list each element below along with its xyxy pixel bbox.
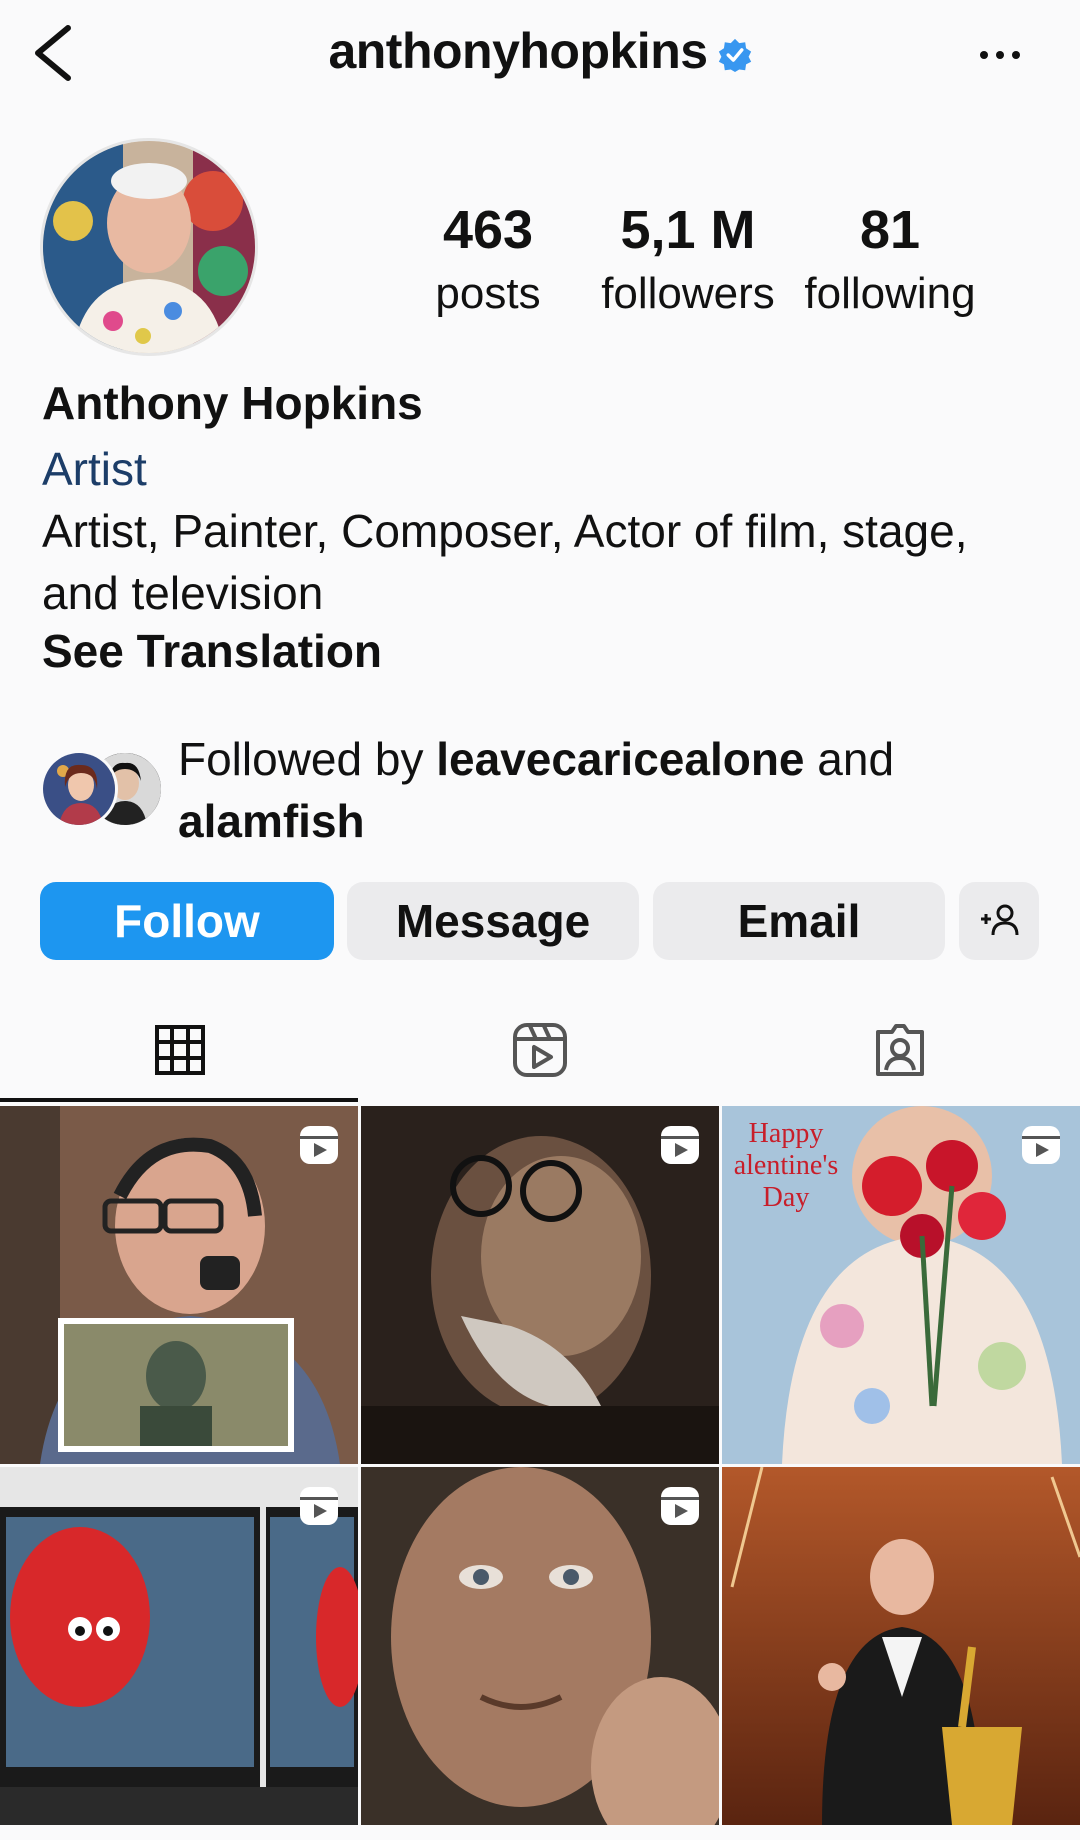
bio-text: Artist, Painter, Composer, Actor of film… [42,505,968,619]
posts-stat[interactable]: 463 posts [388,200,588,324]
followed-by-conjunction: and [804,733,895,785]
overlay-line: Day [762,1182,810,1213]
followers-stat[interactable]: 5,1 M followers [588,200,788,324]
add-person-icon [981,904,1019,936]
see-translation-link[interactable]: See Translation [42,624,382,678]
active-tab-indicator [0,1098,358,1102]
display-name: Anthony Hopkins [42,377,423,429]
tab-tagged[interactable] [720,1000,1080,1100]
followed-by-text[interactable]: Followed by leavecaricealone and alamfish [178,728,1038,852]
followers-count: 5,1 M [620,200,756,260]
email-button[interactable]: Email [653,882,945,960]
tab-posts-grid[interactable] [0,1000,360,1100]
tagged-icon [876,1024,924,1076]
posts-count: 463 [442,200,534,260]
reels-icon [513,1023,567,1077]
verified-badge-icon [718,38,751,72]
post-thumbnail[interactable] [361,1467,719,1825]
followers-label: followers [601,269,775,318]
username-text: anthonyhopkins [328,23,708,79]
reel-icon [661,1487,699,1525]
post-overlay-text: Happy alentine's Day [726,1118,846,1214]
followed-by-prefix: Followed by [178,733,437,785]
message-button[interactable]: Message [347,882,639,960]
reel-icon [661,1126,699,1164]
post-thumbnail[interactable] [0,1467,358,1825]
post-image [722,1467,1080,1825]
overlay-line: alentine's [733,1150,839,1181]
overlay-line: Happy [748,1118,824,1149]
tab-reels[interactable] [360,1000,720,1100]
reel-icon [1022,1126,1060,1164]
post-thumbnail[interactable]: Happy alentine's Day [722,1106,1080,1464]
mutual-followers-avatars[interactable] [40,750,164,828]
following-stat[interactable]: 81 following [790,200,990,324]
follow-button[interactable]: Follow [40,882,334,960]
post-thumbnail[interactable] [361,1106,719,1464]
reel-icon [300,1126,338,1164]
page-title: anthonyhopkins [0,22,1080,80]
reel-icon [300,1487,338,1525]
following-count: 81 [859,200,921,260]
following-label: following [804,269,976,318]
grid-icon [155,1025,205,1075]
category-label: Artist [42,443,147,495]
avatar-image [43,141,255,353]
more-options-button[interactable] [972,30,1028,80]
mutual-user-link[interactable]: alamfish [178,795,365,847]
more-horizontal-icon [980,51,1020,59]
profile-avatar[interactable] [40,138,258,356]
mutual-user-link[interactable]: leavecaricealone [436,733,804,785]
post-thumbnail[interactable] [0,1106,358,1464]
posts-label: posts [435,269,541,318]
suggested-accounts-button[interactable] [959,882,1039,960]
mutual-avatar [40,750,118,828]
post-thumbnail[interactable] [722,1467,1080,1825]
